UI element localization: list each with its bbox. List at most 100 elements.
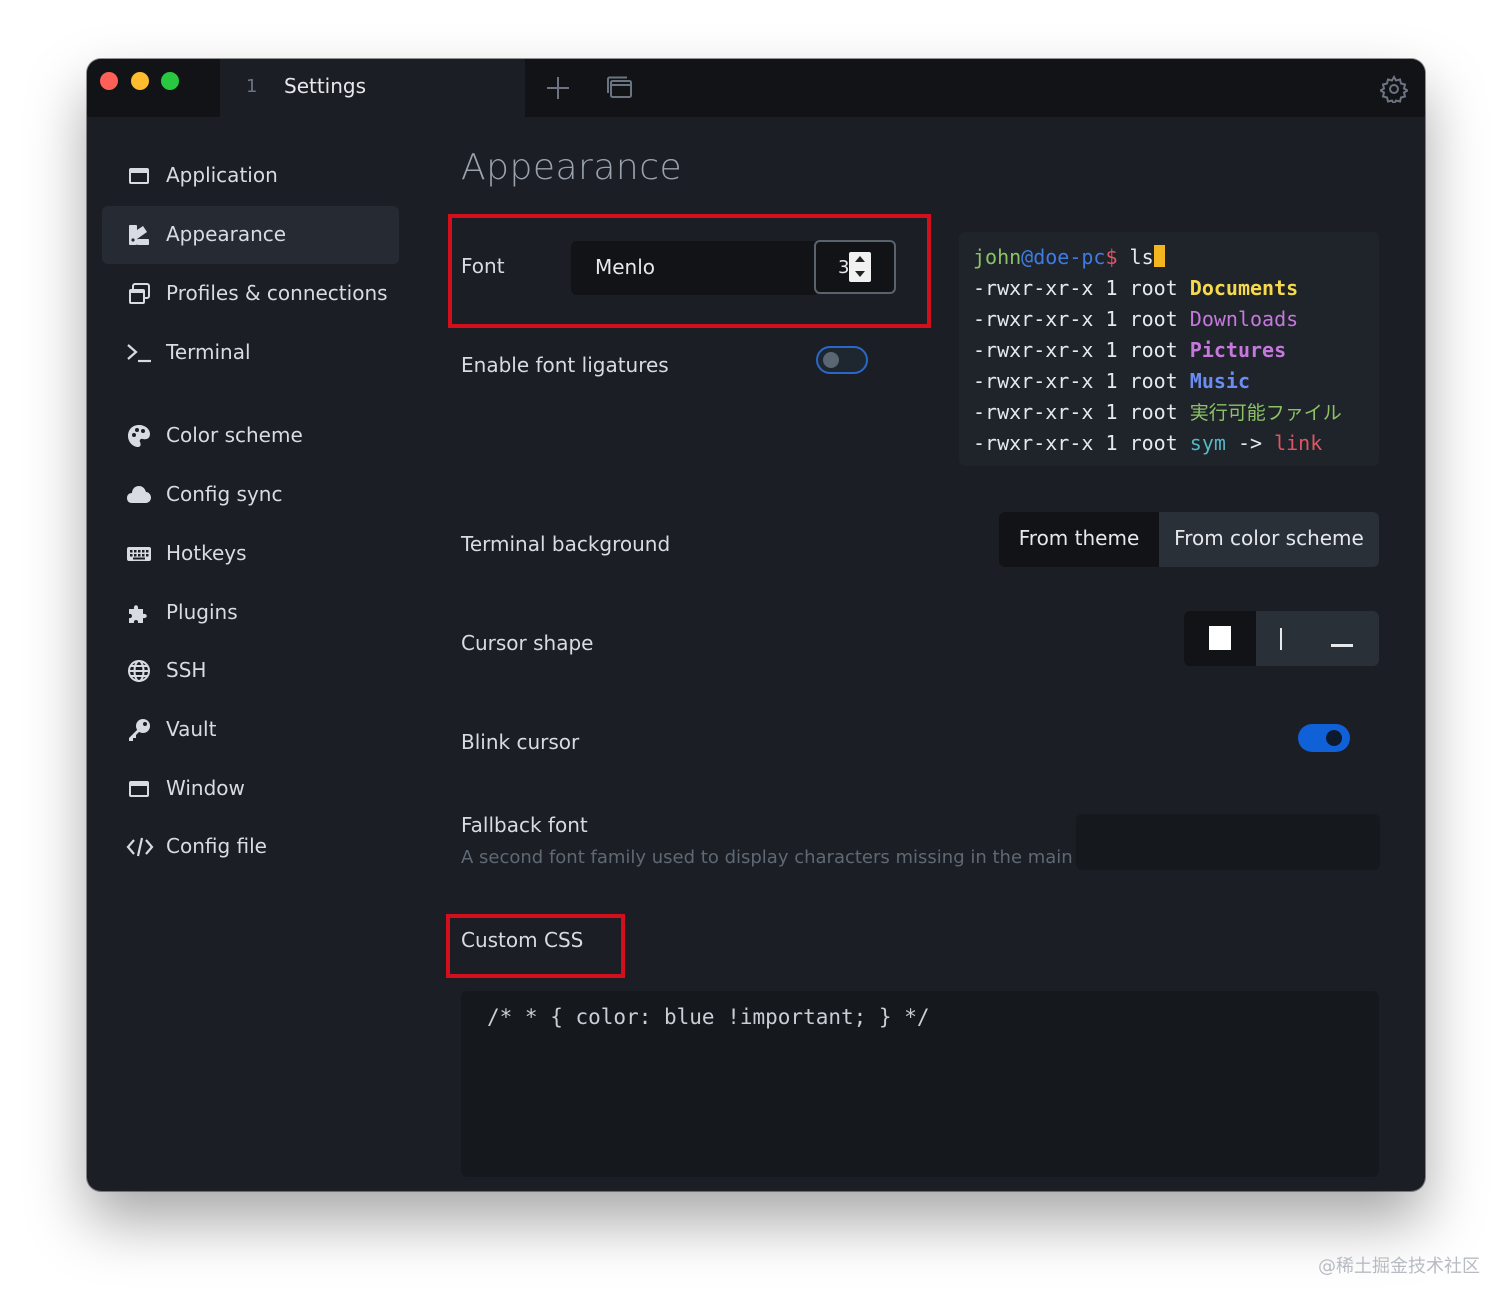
toggle-knob <box>1326 730 1342 746</box>
profiles-icon <box>126 281 152 307</box>
custom-css-label: Custom CSS <box>461 928 584 952</box>
spinner-arrows-icon[interactable] <box>849 252 871 282</box>
links: 1 <box>1105 400 1118 424</box>
sidebar-item-application[interactable]: Application <box>102 147 399 205</box>
sidebar-item-vault[interactable]: Vault <box>102 701 399 759</box>
links: 1 <box>1105 431 1118 455</box>
ligatures-toggle[interactable] <box>816 346 868 374</box>
blink-cursor-toggle[interactable] <box>1298 724 1350 752</box>
terminal-preview: john@doe-pc$ ls -rwxr-xr-x 1 root Docume… <box>959 232 1379 466</box>
cursor-beam-icon <box>1280 628 1282 650</box>
application-icon <box>126 163 152 189</box>
file-line: -rwxr-xr-x 1 root sym -> link <box>973 428 1379 459</box>
terminal-background-label: Terminal background <box>461 532 671 556</box>
fallback-font-label: Fallback font <box>461 813 588 837</box>
sidebar-item-label: Config sync <box>166 482 283 506</box>
font-size-stepper[interactable]: 3 <box>814 240 896 294</box>
owner: root <box>1129 338 1178 362</box>
gear-icon[interactable] <box>1378 74 1410 107</box>
sidebar-item-profiles[interactable]: Profiles & connections <box>102 265 399 323</box>
blink-cursor-label: Blink cursor <box>461 730 580 754</box>
tab-settings[interactable]: 1 Settings <box>220 59 525 117</box>
symlink-target: link <box>1274 431 1323 455</box>
sidebar-item-config-file[interactable]: Config file <box>102 818 399 876</box>
from-theme-button[interactable]: From theme <box>999 512 1159 567</box>
file-line: -rwxr-xr-x 1 root Downloads <box>973 304 1379 335</box>
settings-window: 1 Settings Application Appearance Profil… <box>87 59 1425 1191</box>
key-icon <box>126 717 152 743</box>
sidebar-item-label: Plugins <box>166 600 238 624</box>
window-icon <box>126 776 152 802</box>
sidebar-item-plugins[interactable]: Plugins <box>102 584 399 642</box>
owner: root <box>1129 307 1178 331</box>
sidebar-item-config-sync[interactable]: Config sync <box>102 466 399 524</box>
file-name: Downloads <box>1189 307 1299 331</box>
file-line: -rwxr-xr-x 1 root Documents <box>973 273 1379 304</box>
perm: -rwxr-xr-x <box>973 400 1094 424</box>
keyboard-icon <box>126 541 152 567</box>
new-tab-icon[interactable] <box>545 75 571 101</box>
cursor-beam-button[interactable] <box>1256 611 1379 666</box>
ligatures-label: Enable font ligatures <box>461 353 669 377</box>
cursor-block-button[interactable] <box>1184 611 1256 666</box>
cursor-shape-selector <box>1184 611 1379 666</box>
appearance-icon <box>126 222 152 248</box>
cursor-underline-icon[interactable] <box>1331 644 1353 647</box>
close-window-button[interactable] <box>100 72 118 90</box>
perm: -rwxr-xr-x <box>973 431 1094 455</box>
windows-icon[interactable] <box>606 76 634 100</box>
sidebar-item-label: Hotkeys <box>166 541 247 565</box>
font-label: Font <box>461 254 505 278</box>
font-input[interactable]: Menlo <box>571 241 816 295</box>
owner: root <box>1129 400 1178 424</box>
sidebar-item-label: Profiles & connections <box>166 281 388 305</box>
sidebar-item-appearance[interactable]: Appearance <box>102 206 399 264</box>
custom-css-editor[interactable]: /* * { color: blue !important; } */ <box>461 991 1379 1177</box>
fallback-font-hint: A second font family used to display cha… <box>461 847 1115 868</box>
links: 1 <box>1105 276 1118 300</box>
code-icon <box>126 834 154 860</box>
page-title: Appearance <box>461 147 683 188</box>
tab-title: Settings <box>284 74 367 98</box>
maximize-window-button[interactable] <box>161 72 179 90</box>
titlebar: 1 Settings <box>87 59 1425 117</box>
palette-icon <box>126 423 152 449</box>
sidebar-item-ssh[interactable]: SSH <box>102 642 399 700</box>
sidebar-item-window[interactable]: Window <box>102 760 399 818</box>
sidebar-item-hotkeys[interactable]: Hotkeys <box>102 525 399 583</box>
from-color-scheme-button[interactable]: From color scheme <box>1159 512 1379 567</box>
terminal-background-selector: From theme From color scheme <box>999 512 1379 567</box>
terminal-cursor <box>1153 245 1165 267</box>
sidebar-item-terminal[interactable]: Terminal <box>102 324 399 382</box>
tab-number: 1 <box>246 76 258 97</box>
sidebar-item-label: SSH <box>166 658 207 682</box>
fallback-font-input[interactable] <box>1076 814 1380 870</box>
prompt-at: @ <box>1021 245 1034 269</box>
globe-icon <box>126 658 152 684</box>
symlink-arrow: -> <box>1237 431 1263 455</box>
prompt-command: ls <box>1117 245 1154 269</box>
sidebar-item-label: Application <box>166 163 278 187</box>
font-size-value: 3 <box>838 257 850 278</box>
file-name: Documents <box>1189 276 1299 300</box>
toggle-knob <box>823 352 839 368</box>
sidebar-item-label: Vault <box>166 717 217 741</box>
sidebar-item-label: Terminal <box>166 340 251 364</box>
cursor-shape-label: Cursor shape <box>461 631 594 655</box>
perm: -rwxr-xr-x <box>973 276 1094 300</box>
puzzle-icon <box>126 600 152 626</box>
minimize-window-button[interactable] <box>131 72 149 90</box>
terminal-icon <box>126 340 152 366</box>
prompt-line: john@doe-pc$ ls <box>973 242 1379 273</box>
file-name: Pictures <box>1189 338 1287 362</box>
perm: -rwxr-xr-x <box>973 338 1094 362</box>
prompt-symbol: $ <box>1105 245 1118 269</box>
sidebar-item-label: Window <box>166 776 245 800</box>
owner: root <box>1129 431 1178 455</box>
perm: -rwxr-xr-x <box>973 307 1094 331</box>
prompt-user: john <box>973 245 1022 269</box>
cursor-block-icon <box>1209 626 1231 650</box>
sidebar-item-color-scheme[interactable]: Color scheme <box>102 407 399 465</box>
owner: root <box>1129 276 1178 300</box>
file-line: -rwxr-xr-x 1 root Pictures <box>973 335 1379 366</box>
